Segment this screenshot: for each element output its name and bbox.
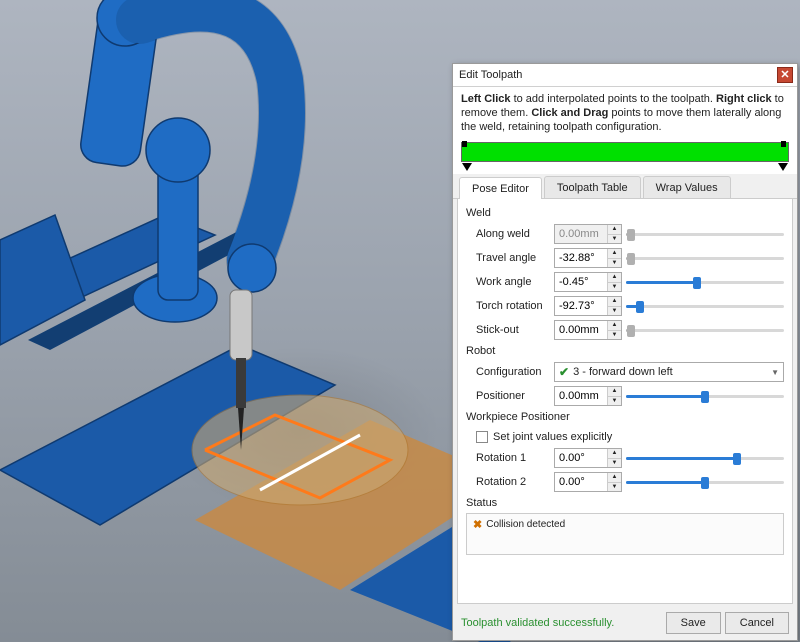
dialog-footer: Toolpath validated successfully. Save Ca… <box>453 608 797 640</box>
chevron-down-icon: ▼ <box>771 368 779 377</box>
work-angle-input[interactable] <box>555 273 607 291</box>
error-icon: ✖ <box>473 518 482 531</box>
status-box: ✖ Collision detected <box>466 513 784 555</box>
timeline-bar[interactable] <box>461 142 789 162</box>
configuration-select[interactable]: ✔ 3 - forward down left ▼ <box>554 362 784 382</box>
rotation2-input[interactable] <box>555 473 607 491</box>
group-workpiece-title: Workpiece Positioner <box>466 411 784 423</box>
group-robot-title: Robot <box>466 345 784 357</box>
travel-angle-spinner[interactable]: ▲▼ <box>554 248 622 268</box>
configuration-value: 3 - forward down left <box>573 366 673 378</box>
spinner-down-icon[interactable]: ▼ <box>608 397 621 406</box>
positioner-slider[interactable] <box>626 388 784 404</box>
timeline-start-marker-icon[interactable] <box>462 163 472 171</box>
travel-angle-input[interactable] <box>555 249 607 267</box>
torch-rotation-input[interactable] <box>555 297 607 315</box>
spinner-up-icon[interactable]: ▲ <box>608 297 621 307</box>
save-button[interactable]: Save <box>666 612 721 634</box>
timeline-end-flag-icon <box>781 141 786 147</box>
positioner-spinner[interactable]: ▲▼ <box>554 386 622 406</box>
explicit-joints-checkbox[interactable] <box>476 431 488 443</box>
rotation2-spinner[interactable]: ▲▼ <box>554 472 622 492</box>
timeline[interactable] <box>453 138 797 174</box>
work-angle-label: Work angle <box>466 276 550 288</box>
spinner-down-icon[interactable]: ▼ <box>608 283 621 292</box>
spinner-down-icon[interactable]: ▼ <box>608 483 621 492</box>
spinner-down-icon[interactable]: ▼ <box>608 331 621 340</box>
close-icon[interactable]: ✕ <box>777 67 793 83</box>
status-collision-text: Collision detected <box>486 519 565 530</box>
edit-toolpath-dialog: Edit Toolpath ✕ Left Click to add interp… <box>452 63 798 641</box>
rotation1-spinner[interactable]: ▲▼ <box>554 448 622 468</box>
spinner-up-icon[interactable]: ▲ <box>608 321 621 331</box>
stick-out-input[interactable] <box>555 321 607 339</box>
torch-rotation-slider[interactable] <box>626 298 784 314</box>
check-icon: ✔ <box>559 365 569 379</box>
tab-wrap-values[interactable]: Wrap Values <box>643 176 731 198</box>
spinner-up-icon[interactable]: ▲ <box>608 473 621 483</box>
rotation2-slider[interactable] <box>626 474 784 490</box>
travel-angle-slider[interactable] <box>626 250 784 266</box>
dialog-title: Edit Toolpath <box>459 69 522 81</box>
explicit-joints-label: Set joint values explicitly <box>493 431 612 443</box>
group-status-title: Status <box>466 497 784 509</box>
rotation1-slider[interactable] <box>626 450 784 466</box>
spinner-up-icon[interactable]: ▲ <box>608 273 621 283</box>
along-weld-input <box>555 225 607 243</box>
along-weld-spinner[interactable]: ▲▼ <box>554 224 622 244</box>
positioner-label: Positioner <box>466 390 550 402</box>
rotation2-label: Rotation 2 <box>466 476 550 488</box>
spinner-down-icon[interactable]: ▼ <box>608 307 621 316</box>
work-angle-slider[interactable] <box>626 274 784 290</box>
tab-bar: Pose Editor Toolpath Table Wrap Values <box>453 174 797 199</box>
tab-toolpath-table[interactable]: Toolpath Table <box>544 176 641 198</box>
validated-message: Toolpath validated successfully. <box>461 617 614 629</box>
positioner-input[interactable] <box>555 387 607 405</box>
rotation1-input[interactable] <box>555 449 607 467</box>
cancel-button[interactable]: Cancel <box>725 612 789 634</box>
spinner-down-icon[interactable]: ▼ <box>608 459 621 468</box>
along-weld-slider[interactable] <box>626 226 784 242</box>
tab-pose-editor[interactable]: Pose Editor <box>459 177 542 199</box>
spinner-up-icon[interactable]: ▲ <box>608 449 621 459</box>
timeline-start-flag-icon <box>462 141 467 147</box>
work-angle-spinner[interactable]: ▲▼ <box>554 272 622 292</box>
spinner-up-icon[interactable]: ▲ <box>608 387 621 397</box>
travel-angle-label: Travel angle <box>466 252 550 264</box>
group-weld-title: Weld <box>466 207 784 219</box>
dialog-titlebar[interactable]: Edit Toolpath ✕ <box>453 64 797 87</box>
stick-out-label: Stick-out <box>466 324 550 336</box>
instructions-text: Left Click to add interpolated points to… <box>453 87 797 138</box>
rotation1-label: Rotation 1 <box>466 452 550 464</box>
spinner-up-icon[interactable]: ▲ <box>608 225 621 235</box>
spinner-up-icon[interactable]: ▲ <box>608 249 621 259</box>
spinner-down-icon[interactable]: ▼ <box>608 235 621 244</box>
stick-out-spinner[interactable]: ▲▼ <box>554 320 622 340</box>
spinner-down-icon[interactable]: ▼ <box>608 259 621 268</box>
torch-rotation-spinner[interactable]: ▲▼ <box>554 296 622 316</box>
configuration-label: Configuration <box>466 366 550 378</box>
pose-editor-body: Weld Along weld ▲▼ Travel angle ▲▼ Work … <box>457 199 793 604</box>
along-weld-label: Along weld <box>466 228 550 240</box>
stick-out-slider[interactable] <box>626 322 784 338</box>
torch-rotation-label: Torch rotation <box>466 300 550 312</box>
timeline-end-marker-icon[interactable] <box>778 163 788 171</box>
